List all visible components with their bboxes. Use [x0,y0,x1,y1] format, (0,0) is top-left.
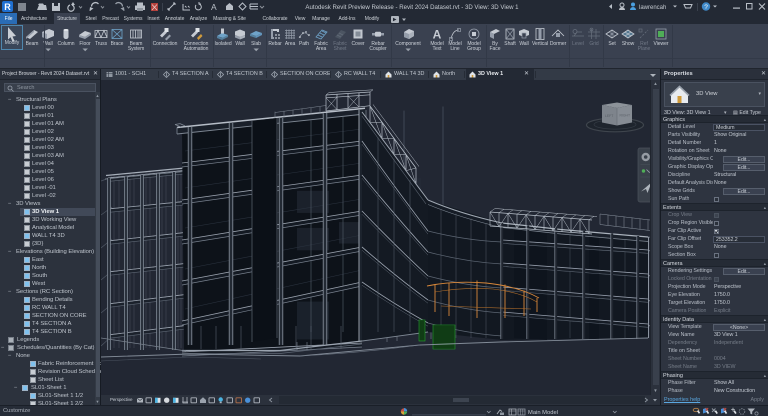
svg-text:LEFT: LEFT [605,114,613,118]
svg-text:A: A [433,28,442,42]
svg-text:A: A [211,2,217,12]
svg-text:R: R [4,2,11,12]
svg-text:Autodesk Revit Preview Release: Autodesk Revit Preview Release - Revit 2… [305,4,519,11]
svg-text:RIGHT: RIGHT [620,114,631,118]
svg-text:Main Model: Main Model [528,410,558,416]
svg-text:?: ? [704,4,708,11]
svg-text:lawrencah: lawrencah [639,5,666,11]
